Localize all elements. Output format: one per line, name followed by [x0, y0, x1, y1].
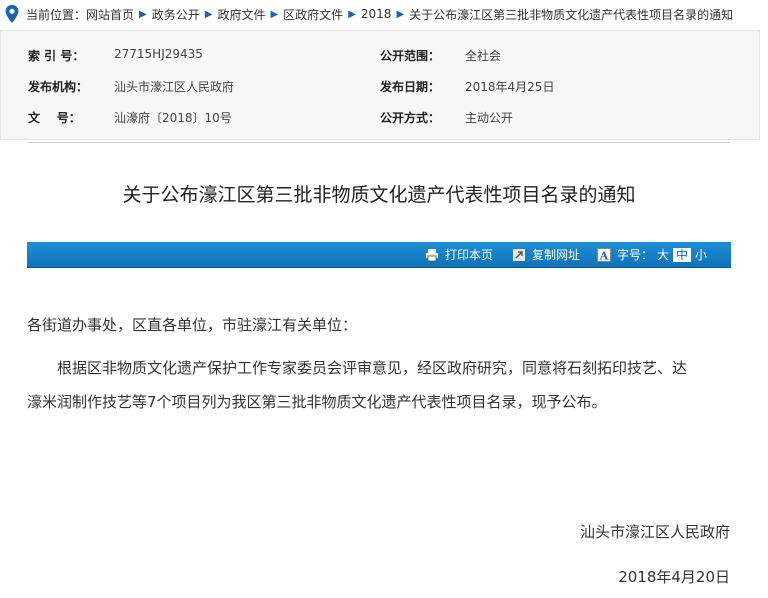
- document-meta-panel: 索 引 号： 27715HJ29435 公开范围： 全社会 发布机构： 汕头市濠…: [0, 30, 760, 140]
- breadcrumb-gov-open: 政务公开: [151, 7, 200, 22]
- svg-text:A: A: [599, 249, 609, 262]
- print-button[interactable]: 打印本页: [425, 242, 493, 267]
- signature: 汕头市濠江区人民政府: [579, 523, 730, 541]
- font-size-icon: A: [597, 247, 611, 262]
- breadcrumb-separator: ▶: [139, 8, 147, 20]
- index-value: 27715HJ29435: [114, 47, 203, 61]
- index-label: 索 引 号：: [28, 49, 85, 63]
- sign-date: 2018年4月20日: [618, 568, 730, 586]
- issuer-value: 汕头市濠江区人民政府: [114, 80, 235, 94]
- font-size-label: 字号：: [617, 248, 654, 262]
- page-title: 关于公布濠江区第三批非物质文化遗产代表性项目名录的通知: [122, 184, 636, 206]
- copy-link-icon: [513, 248, 525, 261]
- meta-row-issuer: 发布机构： 汕头市濠江区人民政府 发布日期： 2018年4月25日: [1, 78, 759, 98]
- font-small-button[interactable]: 小: [695, 246, 707, 263]
- print-label: 打印本页: [445, 248, 494, 262]
- issuer-label: 发布机构：: [28, 80, 89, 94]
- breadcrumb-separator: ▶: [204, 8, 213, 20]
- scope-value: 全社会: [465, 49, 502, 63]
- breadcrumb-district-docs: 区政府文件: [283, 7, 344, 22]
- method-value: 主动公开: [465, 111, 514, 125]
- font-medium-button[interactable]: 中: [673, 247, 692, 262]
- breadcrumb-current: 关于公布濠江区第三批非物质文化遗产代表性项目名录的通知: [409, 7, 734, 22]
- page: 当前位置： 网站首页 ▶ 政务公开 ▶ 政府文件 ▶ 区政府文件 ▶ 2018 …: [0, 0, 768, 598]
- scope-label: 公开范围：: [380, 49, 441, 63]
- font-size-control: A 字号： 大 中 小: [597, 242, 707, 267]
- meta-row-index: 索 引 号： 27715HJ29435 公开范围： 全社会: [1, 47, 759, 67]
- breadcrumb: 当前位置： 网站首页 ▶ 政务公开 ▶ 政府文件 ▶ 区政府文件 ▶ 2018 …: [0, 0, 768, 28]
- breadcrumb-separator: ▶: [396, 8, 405, 20]
- salutation: 各街道办事处，区直各单位，市驻濠江有关单位：: [27, 316, 358, 334]
- body-line-1: 根据区非物质文化遗产保护工作专家委员会评审意见，经区政府研究，同意将石刻拓印技艺…: [57, 359, 688, 377]
- breadcrumb-separator: ▶: [270, 8, 279, 20]
- printer-icon: [426, 248, 438, 261]
- date-value: 2018年4月25日: [465, 80, 555, 94]
- breadcrumb-prefix: 当前位置：: [26, 7, 87, 22]
- breadcrumb-year: 2018: [360, 7, 392, 21]
- body-line-2: 濠米润制作技艺等7个项目列为我区第三批非物质文化遗产代表性项目名录，现予公布。: [27, 393, 607, 411]
- docno-label: 文 号：: [28, 111, 81, 125]
- breadcrumb-gov-docs: 政府文件: [217, 7, 266, 22]
- method-label: 公开方式：: [380, 111, 441, 125]
- location-pin-icon: [5, 5, 19, 23]
- docno-value: 汕濠府〔2018〕10号: [114, 111, 232, 125]
- article-toolbar: 打印本页 复制网址 A 字号： 大 中 小: [27, 242, 731, 268]
- copy-url-label: 复制网址: [532, 248, 581, 262]
- breadcrumb-home: 网站首页: [86, 7, 135, 22]
- divider: [28, 142, 730, 143]
- breadcrumb-separator: ▶: [348, 8, 356, 20]
- date-label: 发布日期：: [380, 80, 441, 94]
- meta-row-docno: 文 号： 汕濠府〔2018〕10号 公开方式： 主动公开: [1, 109, 759, 129]
- font-large-button[interactable]: 大: [657, 246, 669, 263]
- copy-url-button[interactable]: 复制网址: [512, 242, 580, 267]
